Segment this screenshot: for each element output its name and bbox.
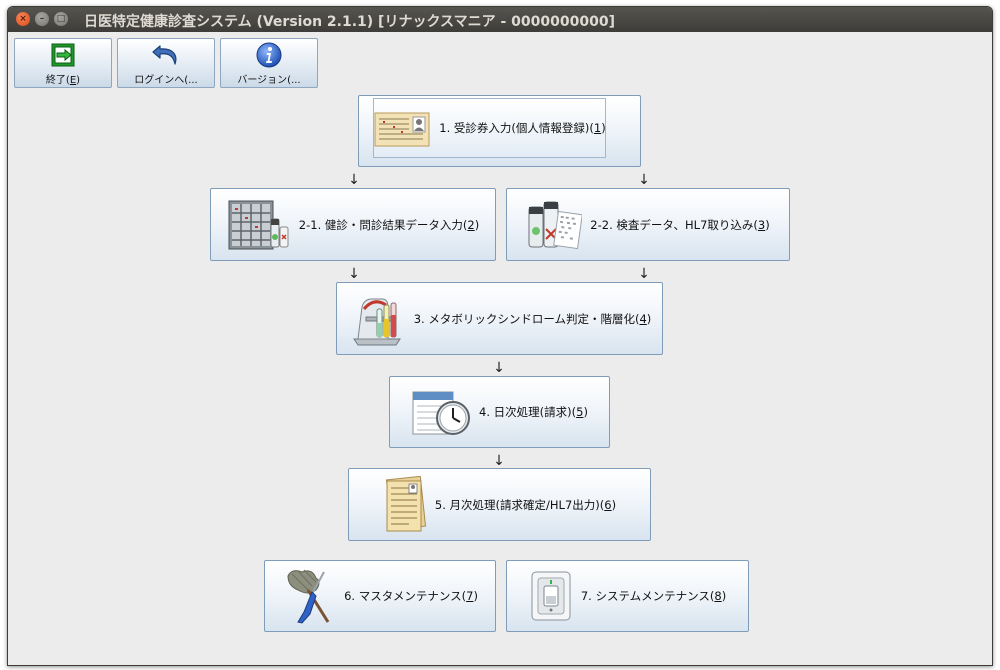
menu-item-2-2-tail: ) <box>765 217 770 232</box>
undo-arrow-icon <box>152 45 177 65</box>
menu-item-3-shortcut: 4 <box>639 311 647 326</box>
menu-item-3-metabolic-judgement[interactable]: 3. メタボリックシンドローム判定・階層化(4) <box>336 282 663 355</box>
menu-item-2-2-lab-data-import[interactable]: 2-2. 検査データ、HL7取り込み(3) <box>506 188 790 261</box>
menu-item-4-label: 4. 日次処理(請求)( <box>479 405 577 419</box>
flow-arrow: ↓ <box>638 172 650 188</box>
flow-arrow: ↓ <box>493 453 505 469</box>
menu-item-5-label: 5. 月次処理(請求確定/HL7出力)( <box>434 497 605 512</box>
menu-item-6-master-maintenance[interactable]: 6. マスタメンテナンス(7) <box>264 560 496 632</box>
ledger-paper-icon <box>385 475 426 531</box>
login-label: ログインへ(... <box>134 75 198 86</box>
flow-arrow: ↓ <box>348 266 360 282</box>
exit-door-icon <box>51 43 75 67</box>
flow-arrow: ↓ <box>493 360 505 376</box>
menu-item-5-tail: ) <box>611 497 617 512</box>
light-switch-icon <box>531 571 571 621</box>
menu-item-3-tail: ) <box>646 311 652 326</box>
close-window-button[interactable]: × <box>16 12 30 26</box>
exit-label: 終了( <box>45 75 70 86</box>
title-bar: × – □ 日医特定健康診査システム (Version 2.1.1) [リナック… <box>8 7 992 32</box>
menu-item-7-tail: ) <box>721 589 727 603</box>
maximize-window-button[interactable]: □ <box>54 12 68 26</box>
app-window: × – □ 日医特定健康診査システム (Version 2.1.1) [リナック… <box>7 6 993 666</box>
menu-item-4-daily-processing[interactable]: 4. 日次処理(請求)(5) <box>389 376 610 448</box>
minimize-icon: – <box>39 13 45 24</box>
flow-arrow: ↓ <box>348 172 360 188</box>
menu-item-3-label: 3. メタボリックシンドローム判定・階層化( <box>413 311 640 326</box>
window-title: 日医特定健康診査システム (Version 2.1.1) [リナックスマニア -… <box>84 14 615 30</box>
lab-bottles-icon <box>528 201 583 249</box>
clock-document-icon <box>412 391 471 435</box>
exit-button[interactable]: 終了(E) <box>14 38 112 88</box>
menu-item-7-label: 7. システムメンテナンス( <box>580 589 715 603</box>
version-button[interactable]: バージョン(... <box>220 38 318 88</box>
main-content: 終了(E) ログインへ(... バージョン(... 1. 受診券入力(個人情報登… <box>8 32 992 665</box>
info-icon <box>256 42 282 68</box>
duster-screwdriver-icon <box>287 569 330 624</box>
menu-item-6-tail: ) <box>473 589 478 603</box>
menu-item-4-tail: ) <box>583 405 588 419</box>
menu-item-2-2-label: 2-2. 検査データ、HL7取り込み( <box>590 217 758 232</box>
menu-item-1-label: 1. 受診券入力(個人情報登録)( <box>439 121 594 135</box>
exit-label-tail: ) <box>76 75 81 86</box>
minimize-window-button[interactable]: – <box>35 12 49 26</box>
menu-item-1-ticket-entry[interactable]: 1. 受診券入力(個人情報登録)(1) <box>358 95 641 167</box>
menu-item-5-shortcut: 6 <box>604 497 612 512</box>
flow-arrow: ↓ <box>638 266 650 282</box>
menu-item-7-system-maintenance[interactable]: 7. システムメンテナンス(8) <box>506 560 749 632</box>
menu-item-2-1-tail: ) <box>474 217 480 232</box>
lab-test-tubes-icon <box>352 298 401 345</box>
menu-item-2-1-label: 2-1. 健診・問診結果データ入力( <box>298 217 468 232</box>
id-card-icon <box>374 112 430 147</box>
menu-item-7-shortcut: 8 <box>714 589 722 603</box>
version-label: バージョン(... <box>237 75 301 86</box>
medical-records-icon <box>228 200 289 249</box>
close-icon: × <box>19 13 27 24</box>
menu-item-2-1-shortcut: 2 <box>467 217 475 232</box>
menu-item-1-tail: ) <box>601 121 606 135</box>
login-button[interactable]: ログインへ(... <box>117 38 215 88</box>
menu-item-2-1-exam-results[interactable]: 2-1. 健診・問診結果データ入力(2) <box>210 188 496 261</box>
maximize-icon: □ <box>56 13 66 24</box>
menu-item-6-label: 6. マスタメンテナンス( <box>344 589 467 603</box>
menu-item-5-monthly-processing[interactable]: 5. 月次処理(請求確定/HL7出力)(6) <box>348 468 651 541</box>
